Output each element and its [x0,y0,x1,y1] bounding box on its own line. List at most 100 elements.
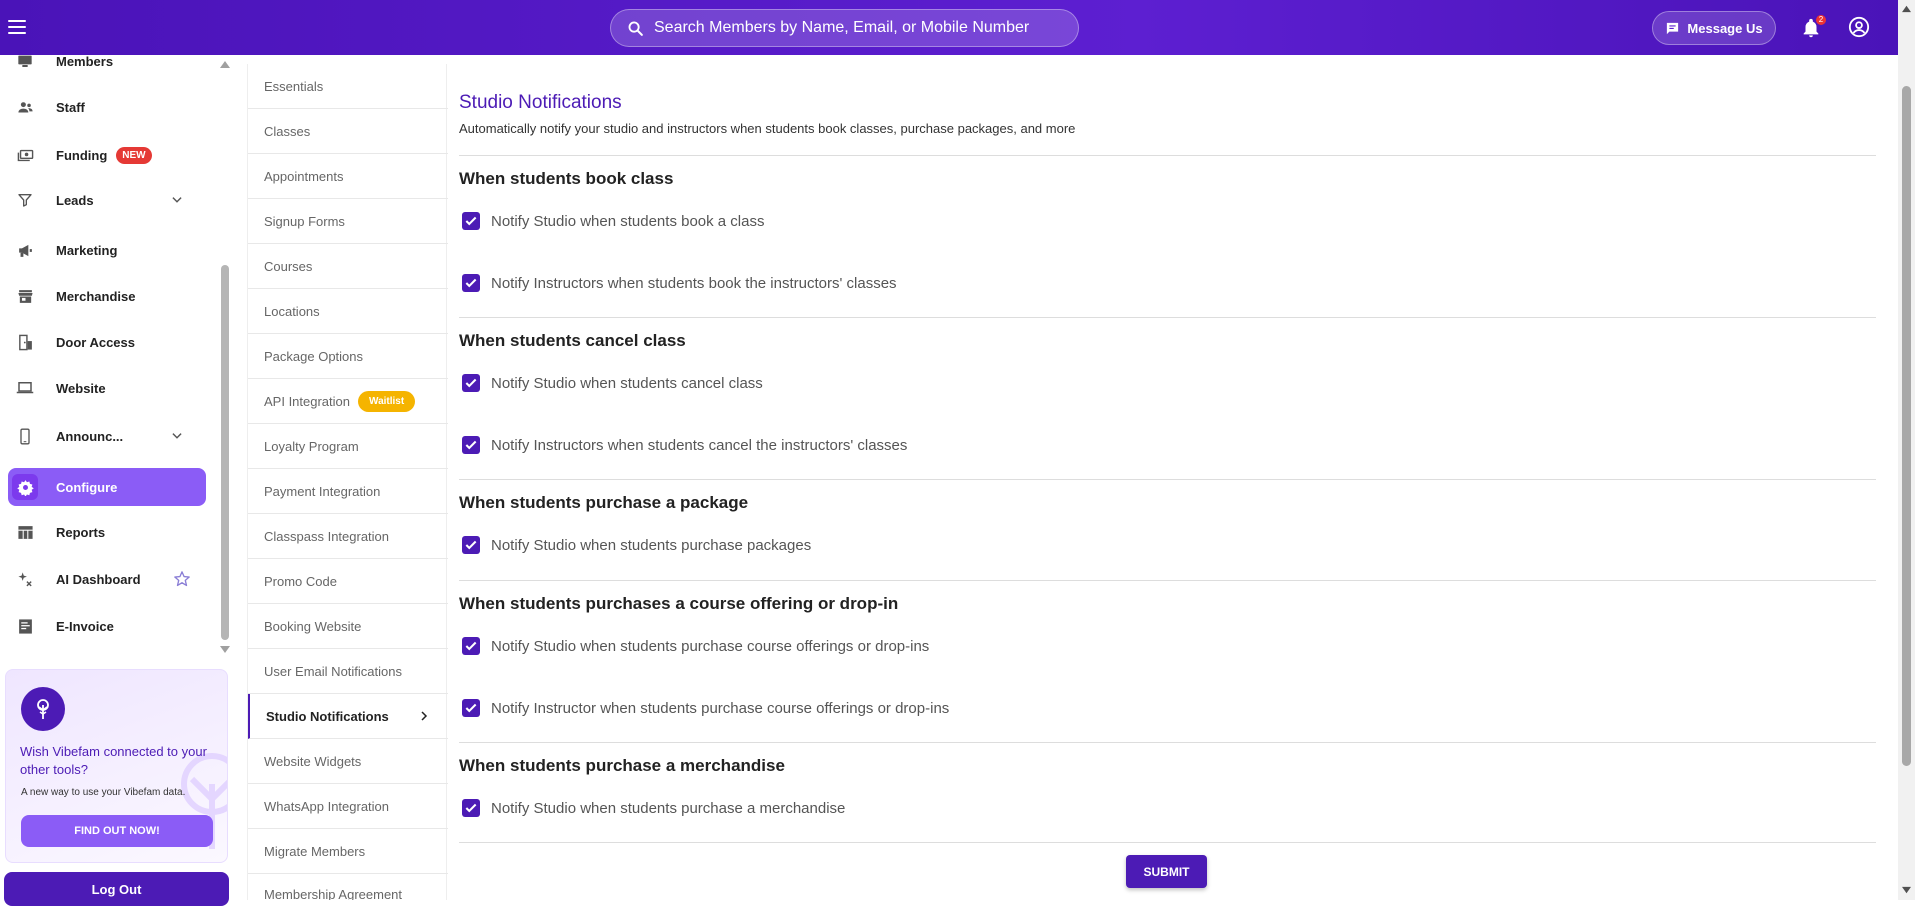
sidebar-item-label: Announc... [56,428,124,444]
sidebar-item-website[interactable]: Website [8,369,206,407]
door-access-icon [12,329,38,355]
divider [459,742,1876,743]
checkbox-row-instructors-book[interactable]: Notify Instructors when students book th… [462,274,897,292]
checkbox-checked[interactable] [462,699,480,717]
scroll-down-arrow-icon[interactable] [1901,886,1912,895]
submenu-item-api-integration[interactable]: API Integration Waitlist [248,379,448,424]
submenu-item-classpass-integration[interactable]: Classpass Integration [248,514,448,559]
checkbox-label: Notify Instructors when students cancel … [491,436,908,454]
sidebar-item-label: AI Dashboard [56,571,141,587]
submenu-item-essentials[interactable]: Essentials [248,64,448,109]
checkbox-checked[interactable] [462,637,480,655]
submenu-item-migrate-members[interactable]: Migrate Members [248,829,448,874]
checkbox-row-studio-book[interactable]: Notify Studio when students book a class [462,212,765,230]
submenu-item-classes[interactable]: Classes [248,109,448,154]
submenu-item-label: Membership Agreement [264,887,403,900]
submenu-item-loyalty-program[interactable]: Loyalty Program [248,424,448,469]
sidebar-item-staff[interactable]: Staff [8,88,206,126]
sidebar-item-funding[interactable]: Funding NEW [8,136,206,174]
checkmark-icon [465,278,477,288]
checkbox-row-studio-course[interactable]: Notify Studio when students purchase cou… [462,637,929,655]
invoice-icon [12,613,38,639]
megaphone-icon [12,237,38,263]
section-heading-book-class: When students book class [459,169,674,188]
sidebar-item-marketing[interactable]: Marketing [8,231,206,269]
sidebar-item-reports[interactable]: Reports [8,513,206,551]
checkbox-row-studio-merchandise[interactable]: Notify Studio when students purchase a m… [462,799,845,817]
submenu-item-signup-forms[interactable]: Signup Forms [248,199,448,244]
scroll-up-arrow-icon[interactable] [219,59,231,69]
submenu-item-booking-website[interactable]: Booking Website [248,604,448,649]
checkbox-row-studio-cancel[interactable]: Notify Studio when students cancel class [462,374,763,392]
submenu-item-promo-code[interactable]: Promo Code [248,559,448,604]
submenu-item-locations[interactable]: Locations [248,289,448,334]
table-icon [12,519,38,545]
submenu-item-label: Website Widgets [264,753,362,769]
sidebar-item-members[interactable]: Members [8,42,206,80]
search-bar[interactable] [610,9,1079,47]
chevron-down-icon[interactable] [170,193,184,207]
sidebar-item-label: Funding [56,147,108,163]
sidebar-item-announcements[interactable]: Announc... [8,417,206,455]
submenu-item-payment-integration[interactable]: Payment Integration [248,469,448,514]
account-icon[interactable] [1848,16,1870,38]
submenu-item-label: Payment Integration [264,483,381,499]
submenu-item-label: Appointments [264,168,344,184]
message-us-label: Message Us [1687,20,1763,36]
sidebar-item-configure[interactable]: Configure [8,468,206,506]
submenu-item-whatsapp-integration[interactable]: WhatsApp Integration [248,784,448,829]
submit-button[interactable]: SUBMIT [1126,855,1207,888]
submenu-item-membership-agreement[interactable]: Membership Agreement [248,874,448,900]
sidebar-item-label: Reports [56,524,106,540]
gear-icon [12,474,38,500]
checkbox-checked[interactable] [462,274,480,292]
checkbox-checked[interactable] [462,799,480,817]
sidebar-item-label: Merchandise [56,288,136,304]
sidebar-item-door-access[interactable]: Door Access [8,323,206,361]
chat-icon [1667,22,1679,34]
checkbox-checked[interactable] [462,374,480,392]
search-input[interactable] [654,19,1064,37]
submenu-item-user-email-notifications[interactable]: User Email Notifications [248,649,448,694]
submenu-item-label: Essentials [264,78,324,94]
chevron-down-icon[interactable] [170,429,184,443]
sidebar-scrollbar-thumb[interactable] [221,265,229,640]
checkbox-row-instructors-cancel[interactable]: Notify Instructors when students cancel … [462,436,907,454]
scroll-up-arrow-icon[interactable] [1901,4,1912,13]
checkbox-checked[interactable] [462,536,480,554]
submenu-item-courses[interactable]: Courses [248,244,448,289]
members-icon [12,48,38,74]
sidebar-item-ai-dashboard[interactable]: AI Dashboard [8,560,206,598]
ai-sparkle-icon [12,566,38,592]
scroll-down-arrow-icon[interactable] [219,645,231,655]
checkmark-icon [465,540,477,550]
star-icon[interactable] [173,570,191,588]
divider [459,155,1876,156]
logout-button[interactable]: Log Out [4,872,229,906]
section-heading-course-offering: When students purchases a course offerin… [459,594,899,613]
checkmark-icon [465,216,477,226]
message-us-button[interactable]: Message Us [1652,11,1776,45]
search-icon [628,21,643,36]
divider [459,580,1876,581]
submenu-item-website-widgets[interactable]: Website Widgets [248,739,448,784]
checkbox-label: Notify Studio when students purchase a m… [491,799,846,817]
menu-icon[interactable] [8,16,30,38]
submenu-item-appointments[interactable]: Appointments [248,154,448,199]
sidebar-item-e-invoice[interactable]: E-Invoice [8,607,206,645]
checkbox-row-instructor-course[interactable]: Notify Instructor when students purchase… [462,699,949,717]
submenu-item-package-options[interactable]: Package Options [248,334,448,379]
sidebar-item-leads[interactable]: Leads [8,181,206,219]
page-scrollbar-thumb[interactable] [1902,86,1911,766]
checkbox-row-studio-package[interactable]: Notify Studio when students purchase pac… [462,536,811,554]
divider [459,842,1876,843]
checkbox-label: Notify Studio when students cancel class [491,374,763,392]
checkbox-checked[interactable] [462,212,480,230]
promo-subtitle: A new way to use your Vibefam data. [21,787,186,798]
submenu-item-studio-notifications[interactable]: Studio Notifications [248,694,448,739]
find-out-now-button[interactable]: FIND OUT NOW! [21,815,213,847]
configure-submenu: Essentials Classes Appointments Signup F… [247,64,448,900]
checkbox-checked[interactable] [462,436,480,454]
sidebar-item-label: Door Access [56,334,135,350]
sidebar-item-merchandise[interactable]: Merchandise [8,277,206,315]
